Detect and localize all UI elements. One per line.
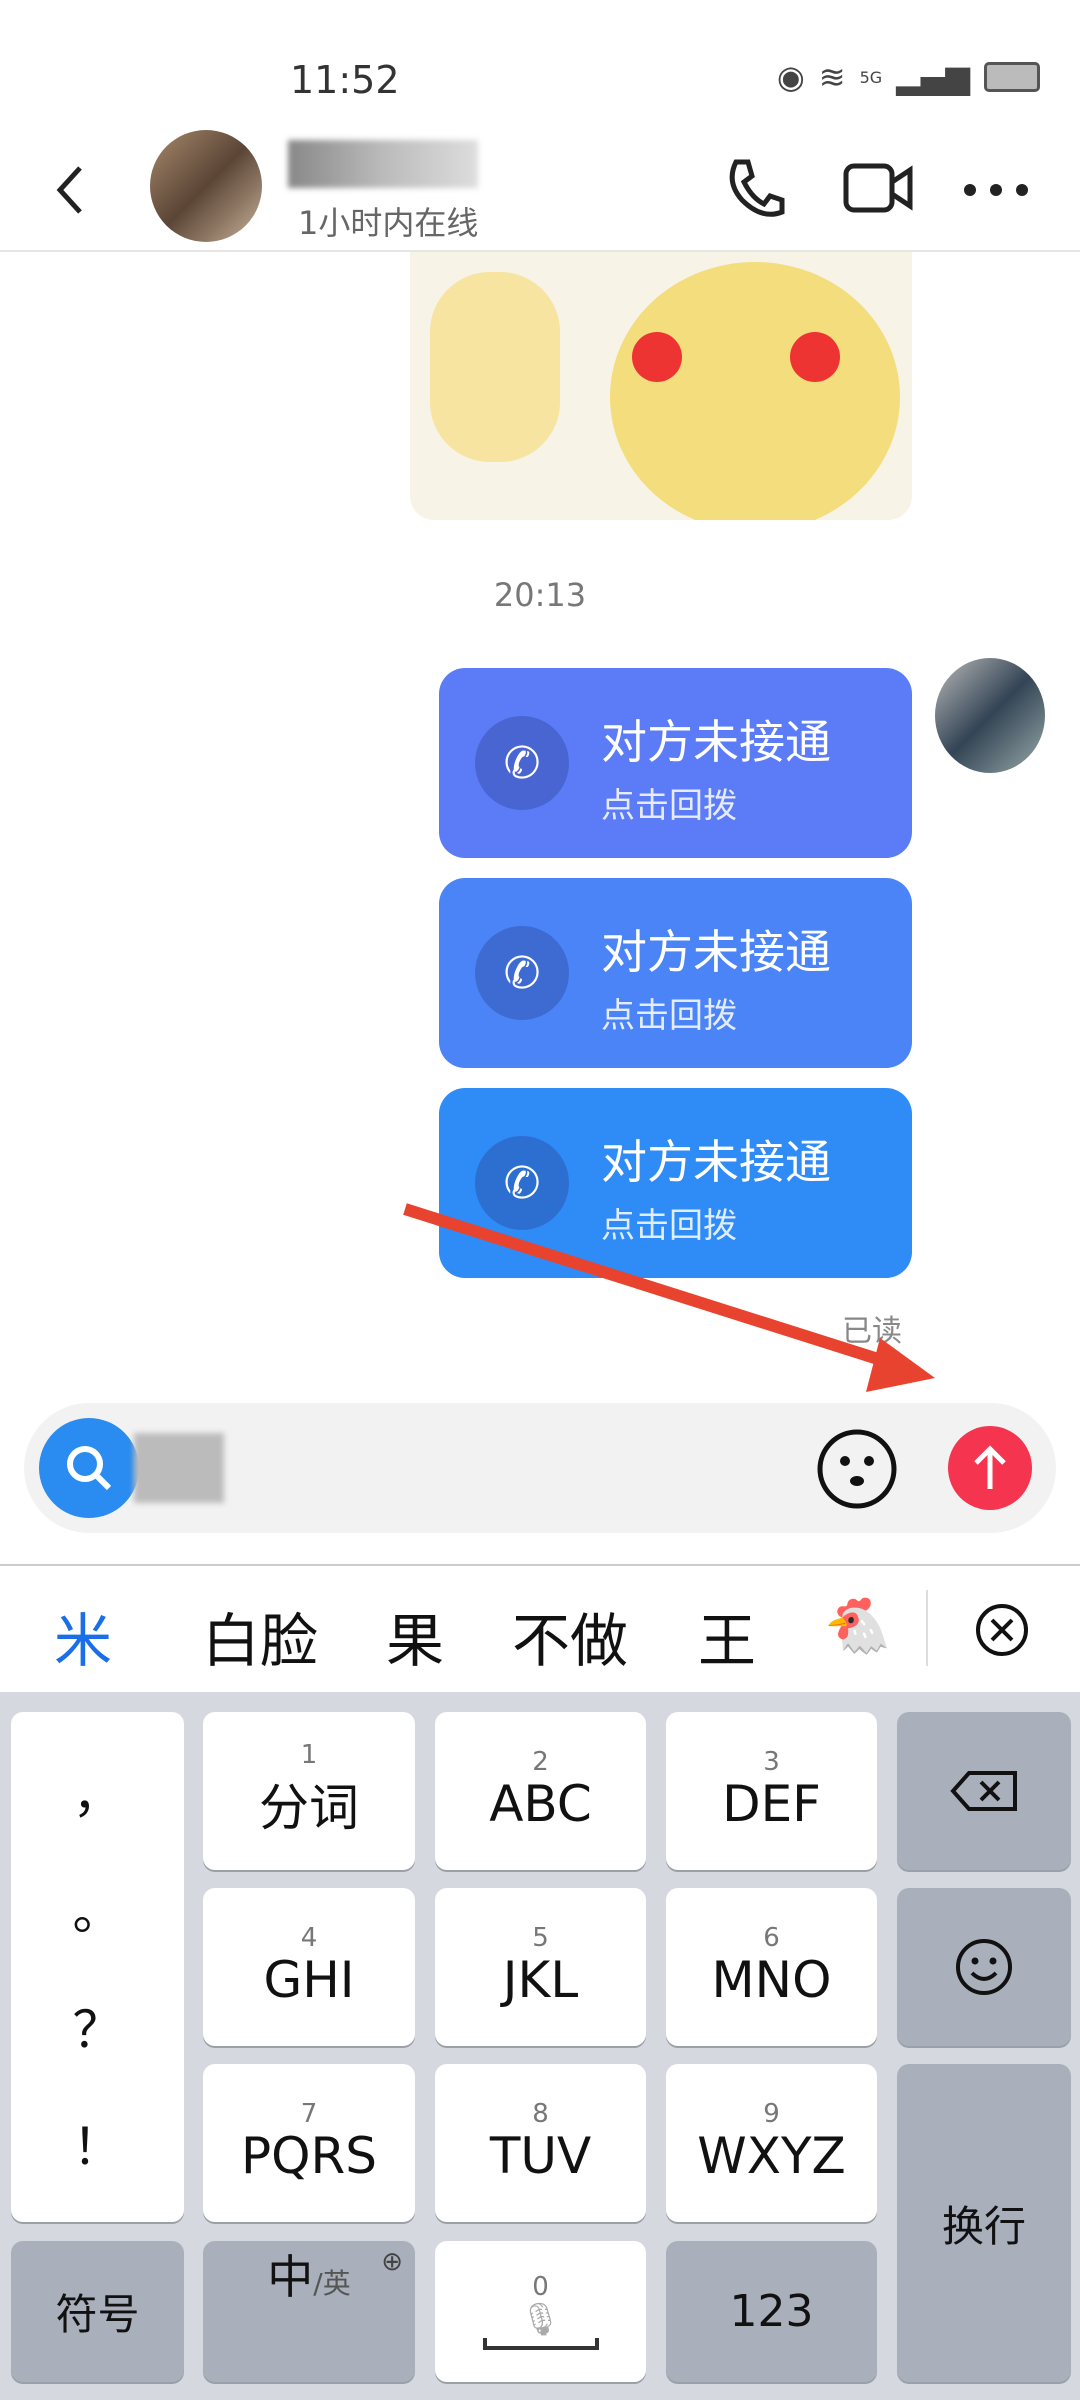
- call-status: 对方未接通: [601, 1135, 831, 1189]
- callback-link: 点击回拨: [601, 786, 737, 826]
- call-status: 对方未接通: [601, 925, 831, 979]
- missed-call-icon: ✆: [475, 716, 569, 810]
- video-call-icon[interactable]: [842, 160, 914, 216]
- symbols-key[interactable]: 符号: [11, 2241, 184, 2382]
- space-key[interactable]: 0 🎙: [435, 2241, 646, 2382]
- phone-icon[interactable]: [722, 156, 788, 222]
- chat-header: [0, 130, 1080, 252]
- status-time: 11:52: [290, 58, 400, 102]
- missed-call-icon: ✆: [475, 926, 569, 1020]
- arrow-up-icon: [974, 1445, 1006, 1489]
- wifi-icon: ≋: [818, 58, 846, 96]
- enter-key[interactable]: 换行: [897, 2064, 1071, 2382]
- eye-icon: ◉: [776, 58, 805, 96]
- read-receipt: 已读: [842, 1314, 902, 1349]
- candidate[interactable]: 果: [386, 1594, 444, 1678]
- emoji-key[interactable]: [897, 1888, 1071, 2046]
- key-5[interactable]: 5 JKL: [435, 1888, 646, 2046]
- key-9[interactable]: 9 WXYZ: [666, 2064, 877, 2222]
- status-icons: ◉ ≋ 5G ▂▄▆: [777, 58, 1040, 96]
- battery-icon: [984, 62, 1040, 92]
- missed-call-bubble[interactable]: ✆ 对方未接通 点击回拨: [439, 1088, 912, 1278]
- candidate[interactable]: 王: [698, 1594, 756, 1678]
- punctuation-key[interactable]: ， 。 ？ ！: [11, 1712, 184, 2222]
- key-3[interactable]: 3 DEF: [666, 1712, 877, 1870]
- search-button[interactable]: [39, 1418, 139, 1518]
- back-icon[interactable]: [50, 160, 90, 220]
- key-1[interactable]: 1 分词: [203, 1712, 415, 1870]
- comma: ，: [72, 1765, 123, 1824]
- backspace-icon: [950, 1771, 1017, 1811]
- candidate-emoji[interactable]: 🐔: [824, 1594, 891, 1658]
- contact-avatar[interactable]: [150, 130, 262, 242]
- signal-icon: ▂▄▆: [896, 58, 970, 96]
- search-icon: [67, 1446, 112, 1491]
- online-status: 1小时内在线: [298, 204, 479, 242]
- network-label: 5G: [859, 67, 883, 87]
- emoji-icon[interactable]: [815, 1427, 899, 1511]
- smiley-icon: [956, 1939, 1012, 1995]
- candidate[interactable]: 不做: [512, 1594, 628, 1678]
- microphone-icon: 🎙: [520, 2299, 561, 2338]
- language-switch-key[interactable]: 中/英 ⊕: [203, 2241, 415, 2382]
- missed-call-icon: ✆: [475, 1136, 569, 1230]
- candidate[interactable]: 米: [54, 1594, 112, 1678]
- key-2[interactable]: 2 ABC: [435, 1712, 646, 1870]
- key-4[interactable]: 4 GHI: [203, 1888, 415, 2046]
- callback-link: 点击回拨: [601, 1206, 737, 1246]
- space-icon: [482, 2337, 599, 2350]
- key-8[interactable]: 8 TUV: [435, 2064, 646, 2222]
- exclaim: ！: [72, 2118, 123, 2177]
- question: ？: [72, 2000, 123, 2059]
- missed-call-bubble[interactable]: ✆ 对方未接通 点击回拨: [439, 878, 912, 1068]
- more-icon[interactable]: [962, 180, 1030, 200]
- input-text-blurred: [134, 1433, 224, 1503]
- call-status: 对方未接通: [601, 715, 831, 769]
- fan-drawing: [430, 272, 560, 462]
- contact-name-blurred: [288, 140, 478, 188]
- lang-alt: /英: [313, 2267, 351, 2300]
- period: 。: [72, 1883, 123, 1942]
- chat-timestamp: 20:13: [493, 576, 587, 614]
- divider: [0, 1564, 1080, 1566]
- globe-icon: ⊕: [381, 2247, 403, 2277]
- backspace-key[interactable]: [897, 1712, 1071, 1870]
- my-avatar[interactable]: [935, 658, 1045, 773]
- sticker-image[interactable]: [410, 252, 912, 520]
- send-button[interactable]: [948, 1426, 1032, 1510]
- callback-link: 点击回拨: [601, 996, 737, 1036]
- key-6[interactable]: 6 MNO: [666, 1888, 877, 2046]
- space-num: 0: [532, 2271, 549, 2302]
- missed-call-bubble[interactable]: ✆ 对方未接通 点击回拨: [439, 668, 912, 858]
- key-7[interactable]: 7 PQRS: [203, 2064, 415, 2222]
- candidate[interactable]: 白脸: [202, 1594, 318, 1678]
- message-input[interactable]: [24, 1403, 1056, 1533]
- close-candidates-icon[interactable]: [974, 1602, 1030, 1658]
- duck-drawing: [610, 262, 900, 520]
- lang-main: 中: [267, 2250, 314, 2304]
- numbers-key[interactable]: 123: [666, 2241, 877, 2382]
